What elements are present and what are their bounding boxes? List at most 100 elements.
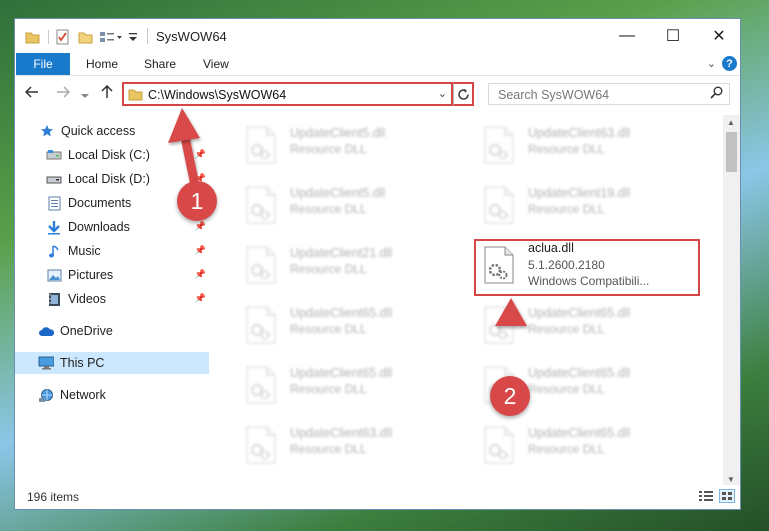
minimize-button[interactable]: — xyxy=(604,19,650,53)
sidebar-item-label: Local Disk (C:) xyxy=(68,148,150,162)
file-name: UpdateClient65.dll xyxy=(528,426,631,440)
sidebar-item-label: Network xyxy=(60,388,106,402)
file-type: Resource DLL xyxy=(290,442,367,456)
sidebar-item-this-pc[interactable]: This PC xyxy=(15,352,209,374)
sidebar-item-quick-access[interactable]: Quick access xyxy=(15,120,209,142)
dll-file-icon xyxy=(246,426,276,464)
pin-icon[interactable]: 📌 xyxy=(195,245,206,256)
drive-icon xyxy=(46,171,62,187)
sidebar-item-network[interactable]: Network xyxy=(15,384,209,406)
file-type: Resource DLL xyxy=(528,142,605,156)
dll-file-icon xyxy=(484,426,514,464)
file-type: Resource DLL xyxy=(290,202,367,216)
pin-icon[interactable]: 📌 xyxy=(195,293,206,304)
file-type: Resource DLL xyxy=(290,322,367,336)
file-name: UpdateClient65.dll xyxy=(290,306,393,320)
sidebar-item-label: This PC xyxy=(60,356,105,370)
list-item[interactable]: UpdateClient65.dll Resource DLL xyxy=(475,301,695,349)
up-arrow-icon[interactable] xyxy=(100,84,114,103)
sidebar-item-label: Documents xyxy=(68,196,132,210)
file-name: UpdateClient5.dll xyxy=(290,126,386,140)
search-icon[interactable] xyxy=(710,86,723,102)
list-item[interactable]: UpdateClient65.dll Resource DLL xyxy=(237,301,457,349)
large-icons-view-icon[interactable] xyxy=(719,489,735,503)
sidebar-item-local-disk-c[interactable]: Local Disk (C:) 📌 xyxy=(15,144,209,166)
file-list: UpdateClient5.dll Resource DLL UpdateCli… xyxy=(222,115,722,487)
title-divider xyxy=(147,28,148,44)
navigation-bar: C:\Windows\SysWOW64 ⌄ xyxy=(15,76,740,112)
file-name: UpdateClient65.dll xyxy=(528,306,631,320)
expand-ribbon-icon[interactable]: ⌄ xyxy=(707,57,716,70)
list-item[interactable]: UpdateClient21.dll Resource DLL xyxy=(237,241,457,289)
tab-view[interactable]: View xyxy=(203,53,229,75)
status-bar: 196 items xyxy=(15,485,740,509)
selection-highlight-box xyxy=(474,239,700,296)
file-type: Resource DLL xyxy=(290,142,367,156)
sidebar-item-label: Local Disk (D:) xyxy=(68,172,150,186)
download-icon xyxy=(46,219,62,235)
file-type: Resource DLL xyxy=(528,202,605,216)
back-arrow-icon[interactable] xyxy=(24,85,39,103)
chevron-down-icon[interactable] xyxy=(128,28,138,46)
dll-file-icon xyxy=(484,306,514,344)
recent-locations-icon[interactable] xyxy=(81,87,89,104)
sidebar-item-music[interactable]: Music 📌 xyxy=(15,240,209,262)
title-bar: SysWOW64 — ☐ ✕ xyxy=(15,19,740,53)
list-item[interactable]: UpdateClient65.dll Resource DLL xyxy=(237,361,457,409)
sidebar-item-pictures[interactable]: Pictures 📌 xyxy=(15,264,209,286)
list-item[interactable]: UpdateClient5.dll Resource DLL xyxy=(237,121,457,169)
properties-icon[interactable] xyxy=(55,28,71,46)
sidebar-item-videos[interactable]: Videos 📌 xyxy=(15,288,209,310)
sidebar-item-label: Videos xyxy=(68,292,106,306)
sidebar-item-label: Quick access xyxy=(61,124,136,138)
dll-file-icon xyxy=(246,186,276,224)
documents-icon xyxy=(46,195,62,211)
sidebar-item-label: Pictures xyxy=(68,268,114,282)
callout-badge-1: 1 xyxy=(177,181,217,221)
tab-home[interactable]: Home xyxy=(86,53,118,75)
file-name: UpdateClient21.dll xyxy=(290,246,393,260)
scroll-down-icon[interactable]: ▼ xyxy=(727,475,735,484)
scroll-up-icon[interactable]: ▲ xyxy=(727,118,735,127)
file-type: Resource DLL xyxy=(290,382,367,396)
list-item[interactable]: UpdateClient19.dll Resource DLL xyxy=(475,181,695,229)
explorer-window: SysWOW64 — ☐ ✕ File Home Share View ⌄ ? … xyxy=(14,18,741,510)
details-view-icon[interactable] xyxy=(698,489,714,503)
dll-file-icon xyxy=(246,306,276,344)
vertical-scrollbar[interactable]: ▲ ▼ xyxy=(723,115,740,487)
tab-share[interactable]: Share xyxy=(144,53,176,75)
item-count: 196 items xyxy=(27,490,80,504)
videos-icon xyxy=(46,291,62,307)
dll-file-icon xyxy=(246,246,276,284)
forward-arrow-icon[interactable] xyxy=(56,85,71,103)
list-item[interactable]: UpdateClient5.dll Resource DLL xyxy=(237,181,457,229)
file-name: UpdateClient63.dll xyxy=(290,426,393,440)
scrollbar-thumb[interactable] xyxy=(726,132,737,172)
toolbar-divider xyxy=(48,30,49,44)
pin-icon[interactable]: 📌 xyxy=(195,149,206,160)
customize-toolbar-icon[interactable] xyxy=(99,28,123,46)
list-item[interactable]: UpdateClient63.dll Resource DLL xyxy=(237,421,457,469)
tab-file[interactable]: File xyxy=(16,53,70,75)
help-icon[interactable]: ? xyxy=(722,56,737,71)
file-name: UpdateClient19.dll xyxy=(528,186,631,200)
list-item[interactable]: UpdateClient65.dll Resource DLL xyxy=(475,421,695,469)
list-item[interactable]: UpdateClient63.dll Resource DLL xyxy=(475,121,695,169)
sidebar-item-downloads[interactable]: Downloads 📌 xyxy=(15,216,209,238)
search-box[interactable] xyxy=(488,83,730,105)
address-dropdown-icon[interactable]: ⌄ xyxy=(438,87,447,100)
sidebar-item-onedrive[interactable]: OneDrive xyxy=(15,320,209,342)
close-button[interactable]: ✕ xyxy=(696,19,740,53)
search-input[interactable] xyxy=(496,86,700,104)
ribbon-tabs: File Home Share View ⌄ ? xyxy=(15,53,740,76)
sidebar-item-local-disk-d[interactable]: Local Disk (D:) 📌 xyxy=(15,168,209,190)
music-icon xyxy=(46,243,62,259)
refresh-icon[interactable] xyxy=(453,82,474,106)
pin-icon[interactable]: 📌 xyxy=(195,221,206,232)
new-folder-icon[interactable] xyxy=(78,28,93,46)
computer-icon xyxy=(38,355,54,371)
maximize-button[interactable]: ☐ xyxy=(650,19,696,53)
address-bar[interactable]: C:\Windows\SysWOW64 ⌄ xyxy=(122,82,453,106)
pin-icon[interactable]: 📌 xyxy=(195,269,206,280)
dll-file-icon xyxy=(246,126,276,164)
